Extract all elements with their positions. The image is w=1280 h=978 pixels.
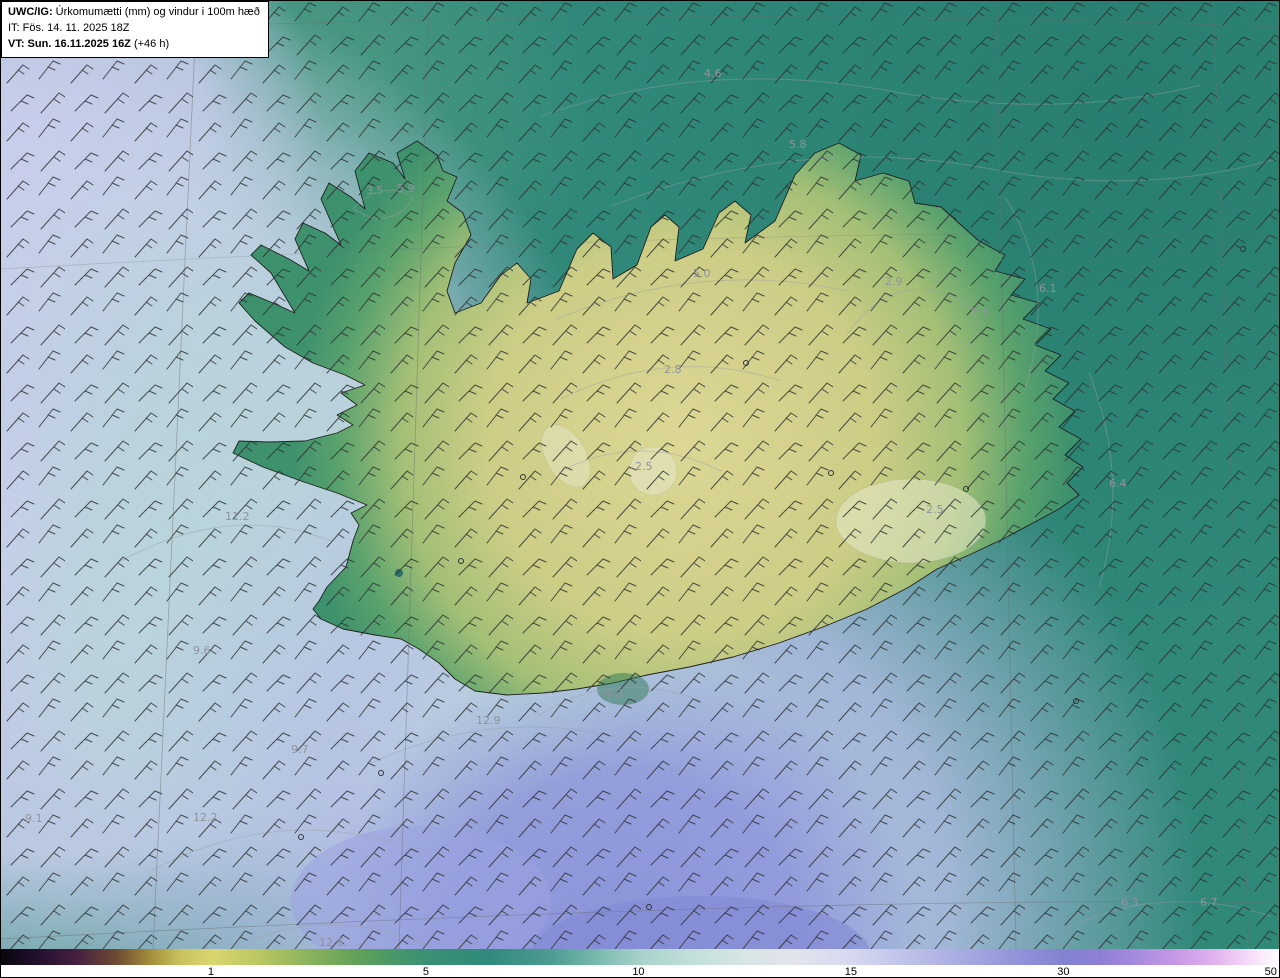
colorbar-tick-15: 15 <box>844 966 858 978</box>
title-box: UWC/IG: Úrkomumætti (mm) og vindur i 100… <box>1 1 269 58</box>
title-line-1: UWC/IG: Úrkomumætti (mm) og vindur i 100… <box>8 5 260 21</box>
precip-label: 6.1 <box>1039 282 1057 295</box>
precip-label: 6.7 <box>1200 896 1218 909</box>
precip-label: 2.5 <box>635 460 653 473</box>
colorbar-tick-5: 5 <box>422 966 430 978</box>
product-title: Úrkomumætti (mm) og vindur i 100m hæð <box>52 6 260 18</box>
wind-barbs-layer <box>1 1 1279 949</box>
precip-label: 9.6 <box>193 644 211 657</box>
precip-label: 12.2 <box>193 811 218 824</box>
valid-time: VT: Sun. 16.11.2025 16Z <box>8 37 131 50</box>
colorbar-tick-1: 1 <box>207 966 214 978</box>
precip-label: 5.8 <box>789 138 807 151</box>
precip-label: 2.4 <box>971 306 989 319</box>
colorbar: 1 5 10 15 30 50 <box>1 949 1279 978</box>
title-line-3: VT: Sun. 16.11.2025 16Z (+46 h) <box>8 37 260 53</box>
precip-label: 9.1 <box>25 812 43 825</box>
precip-label: 2.5 <box>926 503 944 516</box>
init-time: IT: Fös. 14. 11. 2025 18Z <box>8 21 130 34</box>
precip-label: 11.2 <box>225 510 250 523</box>
precip-label: 9.7 <box>291 743 309 756</box>
colorbar-ticks: 1 5 10 15 30 50 <box>1 965 1279 978</box>
colorbar-gradient <box>1 949 1279 965</box>
precip-label: 4.8 <box>605 687 623 700</box>
precip-label: 6.4 <box>1109 477 1127 490</box>
precip-label: 5.9 <box>397 182 415 195</box>
precip-label: 5.0 <box>693 267 711 280</box>
precip-label: 2.8 <box>664 363 682 376</box>
precip-label: 12.6 <box>319 936 344 949</box>
product-label: UWC/IG: <box>8 6 53 18</box>
weather-map-page: 4.6 5.8 3.5 5.9 5.0 2.9 2.4 6.1 2.8 2.5 2.5 6.4 11.2… <box>0 0 1280 978</box>
precip-label: 3.5 <box>366 184 384 197</box>
weather-map: 4.6 5.8 3.5 5.9 5.0 2.9 2.4 6.1 2.8 2.5 2.5 6.4 11.2… <box>1 1 1279 949</box>
precip-label: 6.3 <box>1121 896 1139 909</box>
precip-label: 12.9 <box>476 714 501 727</box>
colorbar-tick-50: 50 <box>1264 966 1277 978</box>
precip-label: 2.9 <box>885 275 903 288</box>
colorbar-tick-30: 30 <box>1057 966 1070 978</box>
colorbar-tick-10: 10 <box>632 966 645 978</box>
precip-label: 4.6 <box>704 67 722 80</box>
lead-time: (+46 h) <box>130 37 170 50</box>
